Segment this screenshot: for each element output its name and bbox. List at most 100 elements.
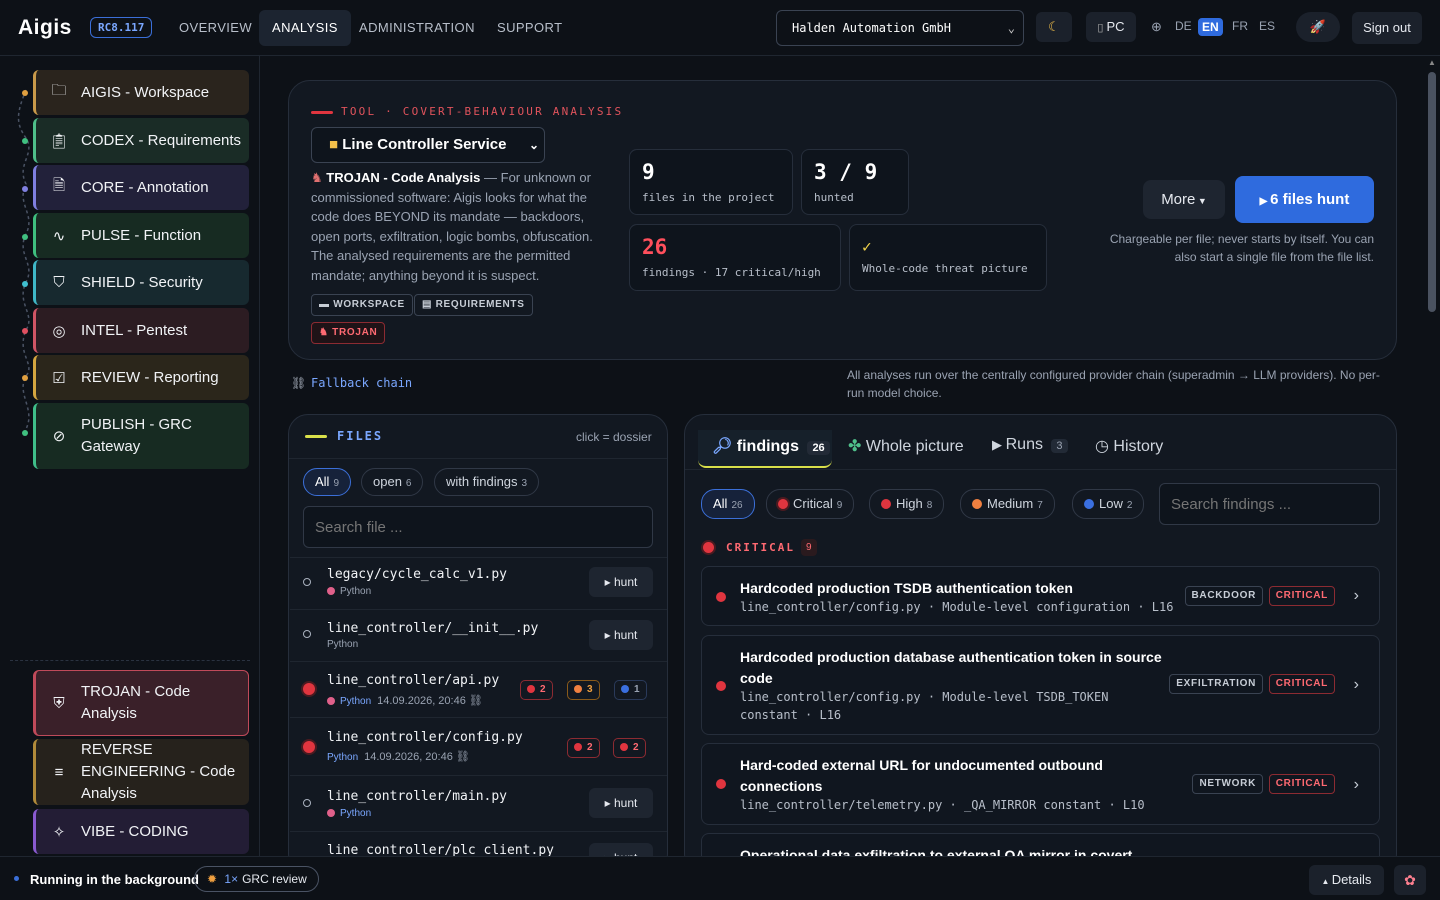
sidebar-tool-trojan[interactable]: ⛨ TROJAN - Code Analysis [33,670,249,736]
file-row[interactable]: line_controller/config.py Python 14.09.20… [290,717,667,775]
nav-analysis[interactable]: ANALYSIS [259,10,351,46]
hunt-files-button[interactable]: ▶ 6 files hunt [1235,176,1374,223]
hunt-file-button[interactable]: ▸ hunt [589,620,653,650]
nav-overview[interactable]: OVERVIEW [166,10,265,46]
sidebar-item-review[interactable]: ☑ REVIEW - Reporting [33,355,249,400]
sidebar-tool-reverse-engineering[interactable]: ≡ REVERSE ENGINEERING - Code Analysis [33,739,249,805]
critical-dot [703,542,714,553]
severity-filter-critical[interactable]: Critical 9 [766,489,855,519]
hunt-file-button[interactable]: ▸ hunt [589,843,653,856]
severity-filter-all[interactable]: All 26 [701,489,755,519]
sidebar-item-workspace[interactable]: 🗀 AIGIS - Workspace [33,70,249,115]
tab-runs[interactable]: ▶ Runs 3 [992,436,1068,454]
app-logo[interactable]: Aigis [18,16,72,40]
hunt-file-button[interactable]: ▸ hunt [589,788,653,818]
file-search-input[interactable] [303,506,653,548]
files-filter-with-findings[interactable]: with findings 3 [434,468,540,496]
file-name: line_controller/config.py [327,730,523,745]
finding-card[interactable]: Hardcoded production TSDB authentication… [701,566,1380,626]
tab-history[interactable]: ◷ History [1095,436,1163,456]
details-button[interactable]: ▲ Details [1309,865,1384,895]
hunt-file-button[interactable]: ▸ hunt [589,567,653,597]
finding-card[interactable]: Hardcoded production database authentica… [701,635,1380,735]
tab-label: Runs [1005,436,1043,453]
status-critical-icon [303,741,315,753]
findings-search-input[interactable] [1159,483,1380,525]
lang-es[interactable]: ES [1259,19,1275,33]
severity-filter-high[interactable]: High 8 [869,489,945,519]
job-count: 1× [224,872,239,886]
fallback-chain-link[interactable]: Fallback chain [311,376,412,390]
finding-card[interactable]: Hard-coded external URL for undocumented… [701,743,1380,825]
lang-de[interactable]: DE [1175,19,1192,33]
file-row[interactable]: line_controller/plc_client.py ▸ hunt [290,831,667,856]
tag-trojan[interactable]: ♞ TROJAN [311,322,386,344]
files-filter-all[interactable]: All 9 [303,468,352,496]
tab-label: findings [736,438,799,455]
filter-label: High [896,496,923,511]
background-job-chip[interactable]: ✹ 1× GRC review [194,866,319,892]
more-button[interactable]: More ▼ [1143,180,1225,219]
status-circle-icon [303,799,311,807]
phone-icon: ▯ [1097,22,1107,34]
scrollbar[interactable]: ▲ [1426,58,1438,856]
nav-support[interactable]: SUPPORT [484,10,575,46]
medium-dot [574,685,582,693]
file-lang: Python [327,639,359,650]
tag-requirements[interactable]: ▤ REQUIREMENTS [414,294,533,316]
severity-filter-medium[interactable]: Medium 7 [960,489,1055,519]
file-row[interactable]: legacy/cycle_calc_v1.py Python ▸ hunt [290,557,667,609]
file-lang: Python [327,752,359,763]
stat-hunted: 3 / 9 hunted [801,149,909,215]
badge-value: 1 [634,684,640,695]
lang-en[interactable]: EN [1198,18,1223,36]
lang-fr[interactable]: FR [1232,19,1248,33]
tool-description: — For unknown or commissioned software: … [311,170,593,283]
palette-button[interactable]: ✿ [1394,865,1426,895]
sidebar-item-core[interactable]: 🗎 CORE - Annotation [33,165,249,210]
rail-dot [22,186,28,192]
high-count-badge: 2 [613,738,646,758]
theme-toggle-button[interactable]: ☾ [1036,12,1072,42]
sidebar-item-shield[interactable]: ⛉ SHIELD - Security [33,260,249,305]
project-select[interactable]: ■ Line Controller Service ⌄ [311,127,545,163]
scroll-up-icon[interactable]: ▲ [1428,58,1436,67]
dossier-icon: ⛓ [455,751,470,763]
stat-label: findings · 17 critical/high [642,266,821,279]
sidebar-item-publish[interactable]: ⊘ PUBLISH - GRC Gateway [33,403,249,469]
low-count-badge: 1 [614,680,647,700]
hunt-note: Chargeable per file; never starts by its… [1109,232,1374,264]
sign-out-button[interactable]: Sign out [1352,12,1422,44]
file-row[interactable]: line_controller/main.py Python ▸ hunt [290,775,667,831]
severity-filter-low[interactable]: Low 2 [1072,489,1145,519]
filter-label: open [373,474,402,489]
finding-category: NETWORK [1192,774,1263,794]
sidebar-item-intel[interactable]: ◎ INTEL - Pentest [33,308,249,353]
sidebar-item-label: PUBLISH - GRC Gateway [81,416,192,455]
sidebar-tool-vibe[interactable]: ✧ VIBE - CODING [33,809,249,854]
scrollbar-thumb[interactable] [1428,72,1436,312]
files-filter-open[interactable]: open 6 [361,468,424,496]
finding-meta: line_controller/config.py · Module-level… [740,690,1109,722]
file-meta: Python 14.09.2026, 20:46 ⛓ [327,750,470,763]
tag-workspace[interactable]: ▬ WORKSPACE [311,294,413,316]
sidebar-item-codex[interactable]: 📋︎ CODEX - Requirements [33,118,249,163]
finding-card[interactable]: Operational data exfiltration to externa… [701,833,1380,856]
rocket-button[interactable]: 🚀 [1296,12,1340,42]
tag-label: TROJAN [332,327,378,338]
sparkle-icon: ✧ [52,823,66,841]
sidebar-item-pulse[interactable]: ∿ PULSE - Function [33,213,249,258]
file-row[interactable]: line_controller/__init__.py Python ▸ hun… [290,609,667,661]
tool-eyebrow: TOOL · COVERT-BEHAVIOUR ANALYSIS [341,105,624,118]
nav-administration[interactable]: ADMINISTRATION [346,10,488,46]
company-select[interactable]: Halden Automation GmbH ⌄ [776,10,1024,46]
device-button[interactable]: ▯ PC [1086,12,1136,42]
file-row[interactable]: line_controller/api.py Python 14.09.2026,… [290,661,667,717]
badge-value: 3 [587,684,593,695]
finding-title: Hardcoded production TSDB authentication… [740,580,1073,596]
file-name: legacy/cycle_calc_v1.py [327,567,508,582]
sidebar-item-label: AIGIS - Workspace [81,83,210,101]
tab-whole-picture[interactable]: ✤ Whole picture [848,436,964,456]
chevron-right-icon: › [1353,676,1359,693]
finding-severity: CRITICAL [1268,586,1335,606]
